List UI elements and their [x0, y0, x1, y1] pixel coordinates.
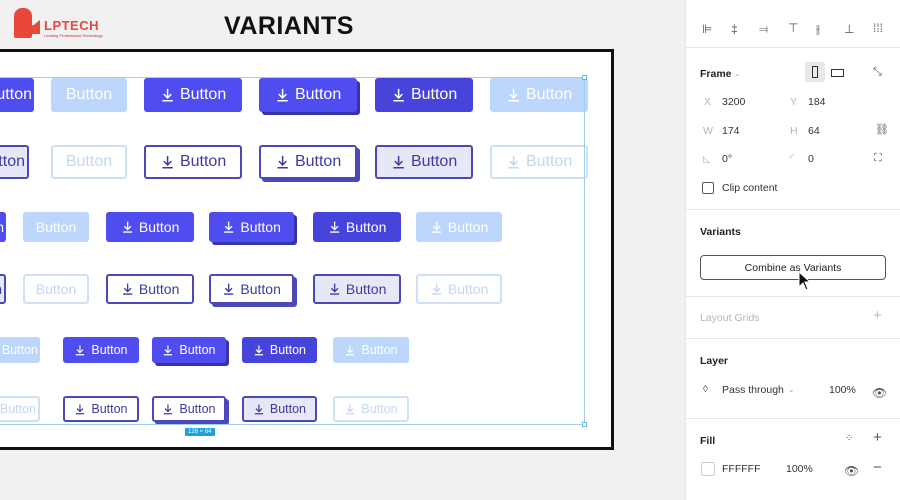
properties-panel: ⊫ ‡ ⫤ ⊤ ⫲ ⊥ ⁞⁞⁞ Frame ⌄ ⤡ X 3200 Y 184 W… — [685, 0, 900, 500]
remove-fill-icon[interactable]: − — [873, 460, 882, 475]
layer-section-title: Layer — [700, 355, 729, 367]
chevron-down-icon[interactable]: ⌄ — [734, 68, 741, 80]
combine-as-variants-button[interactable]: Combine as Variants — [700, 255, 886, 280]
independent-corners-icon[interactable]: ⛶ — [874, 152, 882, 164]
distribute-icon[interactable]: ⁞⁞⁞ — [873, 22, 883, 34]
portrait-toggle[interactable] — [805, 62, 825, 82]
fill-opacity-field[interactable]: 100% — [786, 463, 813, 475]
clip-content-label[interactable]: Clip content — [722, 182, 777, 194]
resize-handle[interactable] — [582, 422, 587, 427]
page-title: VARIANTS — [224, 12, 354, 40]
layout-grids-title: Layout Grids — [700, 312, 760, 324]
corner-radius-field[interactable]: 0 — [808, 153, 814, 165]
variants-section-title: Variants — [700, 226, 741, 238]
mouse-cursor-icon — [798, 271, 812, 291]
chevron-down-icon[interactable]: ⌄ — [788, 384, 795, 396]
frame-section-title[interactable]: Frame — [700, 68, 732, 80]
clip-content-checkbox[interactable] — [702, 182, 714, 194]
blend-mode-select[interactable]: Pass through — [722, 384, 784, 396]
align-top-icon[interactable]: ⊤ — [788, 22, 798, 34]
x-field[interactable]: 3200 — [722, 96, 745, 108]
align-right-icon[interactable]: ⫤ — [759, 23, 768, 35]
constrain-proportions-icon[interactable]: ⛓ — [875, 124, 889, 136]
add-fill-icon[interactable]: + — [873, 430, 882, 445]
fill-color-swatch[interactable] — [701, 462, 715, 476]
alignment-toolbar: ⊫ ‡ ⫤ ⊤ ⫲ ⊥ ⁞⁞⁞ — [686, 0, 900, 48]
add-layout-grid-icon[interactable]: + — [873, 308, 882, 323]
width-field[interactable]: 174 — [722, 125, 740, 137]
align-center-v-icon[interactable]: ⫲ — [816, 23, 820, 35]
lptech-logo: LPTECH Leading Professional Technology — [14, 8, 124, 42]
align-bottom-icon[interactable]: ⊥ — [844, 23, 854, 35]
rotation-field[interactable]: 0° — [722, 153, 732, 165]
height-field[interactable]: 64 — [808, 125, 820, 137]
blend-mode-icon: ◊ — [703, 384, 708, 395]
canvas-area[interactable]: LPTECH Leading Professional Technology V… — [0, 0, 685, 500]
y-field[interactable]: 184 — [808, 96, 826, 108]
resize-handle[interactable] — [582, 75, 587, 80]
eye-icon[interactable]: 👁 — [872, 387, 887, 399]
align-left-icon[interactable]: ⊫ — [702, 23, 712, 35]
fill-hex-field[interactable]: FFFFFF — [722, 463, 760, 475]
styles-icon[interactable]: ⁘ — [845, 433, 853, 445]
corner-radius-icon: ◜ — [790, 153, 794, 164]
selection-outline[interactable] — [0, 75, 587, 427]
canvas-frame: ButtonButtonButtonButtonButtonButtonButt… — [0, 49, 614, 450]
fill-section-title: Fill — [700, 435, 716, 447]
eye-icon[interactable]: 👁 — [844, 465, 859, 477]
size-badge: 128 × 64 — [185, 428, 215, 436]
landscape-toggle[interactable] — [831, 69, 844, 77]
rotation-icon: ◺ — [703, 154, 710, 164]
layer-opacity-field[interactable]: 100% — [829, 384, 856, 396]
align-center-h-icon[interactable]: ‡ — [731, 23, 738, 35]
resize-to-fit-icon[interactable]: ⤡ — [873, 66, 882, 78]
